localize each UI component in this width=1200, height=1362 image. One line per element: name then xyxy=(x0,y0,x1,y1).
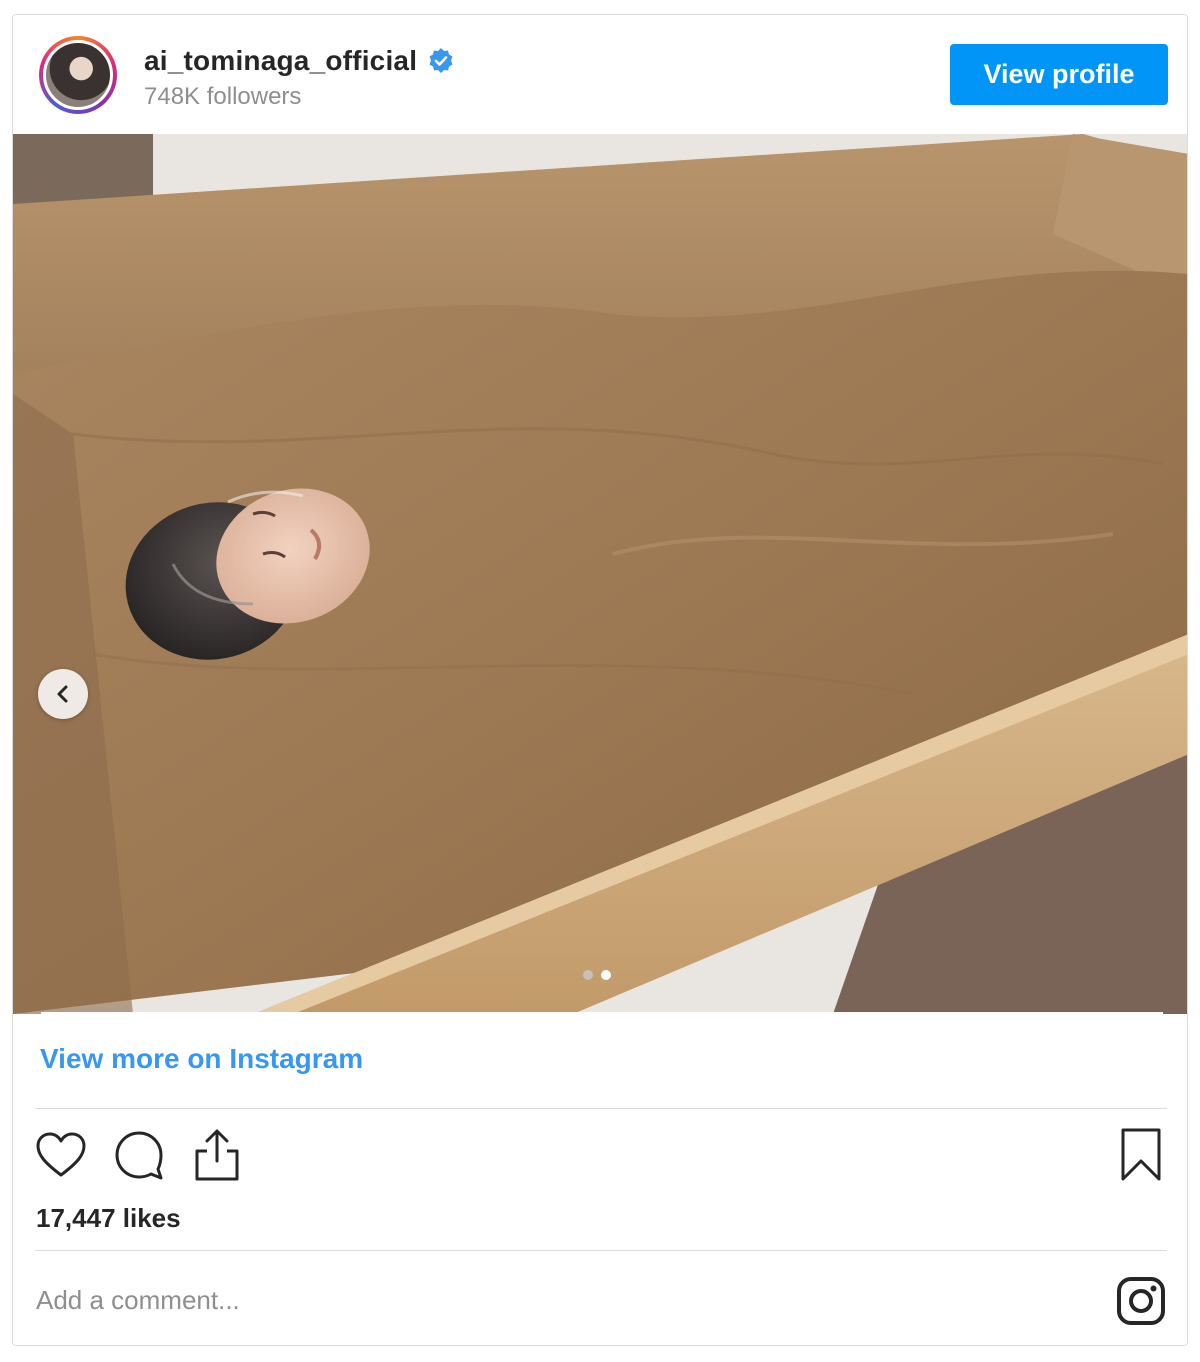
carousel-dot xyxy=(583,970,593,980)
view-more-link[interactable]: View more on Instagram xyxy=(40,1043,363,1075)
instagram-embed-card: ai_tominaga_official 748K followers View… xyxy=(12,14,1188,1346)
post-photo[interactable] xyxy=(13,134,1187,1014)
instagram-logo-link[interactable] xyxy=(1113,1273,1169,1329)
carousel-indicator xyxy=(583,970,611,980)
divider xyxy=(35,1250,1167,1251)
view-profile-button[interactable]: View profile xyxy=(950,44,1168,105)
comment-icon xyxy=(115,1131,163,1180)
verified-badge-icon xyxy=(427,47,455,75)
username[interactable]: ai_tominaga_official xyxy=(144,45,417,77)
share-icon xyxy=(195,1129,239,1181)
share-button[interactable] xyxy=(189,1127,245,1183)
avatar[interactable] xyxy=(39,36,117,114)
chevron-left-icon xyxy=(57,685,68,703)
comment-button[interactable] xyxy=(111,1127,167,1183)
avatar-image xyxy=(43,40,113,110)
like-button[interactable] xyxy=(33,1127,89,1183)
bookmark-icon xyxy=(1121,1128,1161,1181)
instagram-logo-icon xyxy=(1117,1277,1165,1325)
divider xyxy=(35,1108,1167,1109)
sand-bath-photo xyxy=(13,134,1187,1014)
photo-bottom-strip xyxy=(41,1012,1163,1016)
username-row: ai_tominaga_official xyxy=(144,45,455,77)
action-bar xyxy=(33,1127,1169,1183)
comment-input[interactable]: Add a comment... xyxy=(36,1285,240,1316)
carousel-dot-active xyxy=(601,970,611,980)
follower-count: 748K followers xyxy=(144,83,302,110)
like-count: 17,447 likes xyxy=(36,1203,181,1233)
save-button[interactable] xyxy=(1113,1127,1169,1183)
carousel-prev-button[interactable] xyxy=(38,669,88,719)
heart-icon xyxy=(36,1132,86,1177)
post-header: ai_tominaga_official 748K followers View… xyxy=(13,15,1187,134)
